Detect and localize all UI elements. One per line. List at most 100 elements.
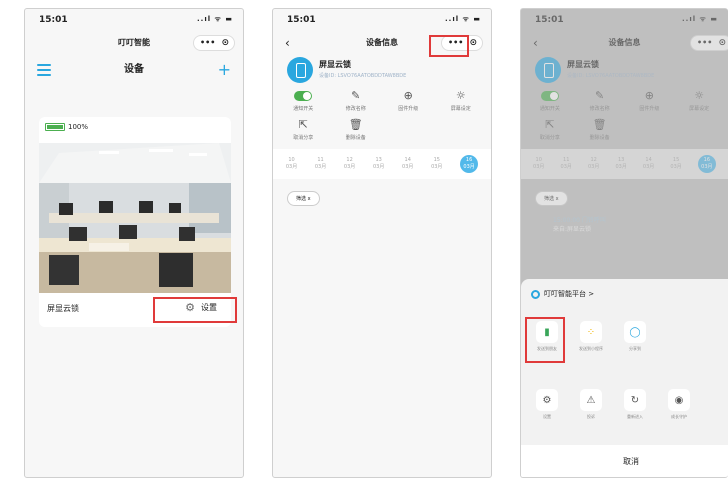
more-icon[interactable]: ••• — [200, 36, 215, 50]
action-cancel-share[interactable]: ⇱ 取消分享 — [277, 118, 330, 141]
action-firmware-upgrade: ⊕ 固件升级 — [625, 89, 675, 112]
share-action-sheet: 叮叮智能平台 > ▮ 发送到朋友 ⁘ 发送到小程序 ◯ 分享到 ⚙ 设置 ⚠ 投… — [521, 279, 728, 477]
action-label: 取消分享 — [293, 135, 314, 141]
share-highlight — [525, 317, 565, 363]
add-device-icon[interactable]: + — [218, 55, 231, 85]
share-icon: ⇱ — [545, 118, 555, 131]
date-item: 12 03月 — [587, 157, 600, 170]
close-target-icon: ⊙ — [718, 38, 726, 48]
status-icons: ..ıl ᯤ ▬ — [197, 15, 233, 23]
date-item[interactable]: 14 03月 — [402, 157, 413, 171]
share-to-mini-program[interactable]: ⁘ 发送到小程序 — [569, 321, 613, 352]
reload-icon[interactable]: ↻ — [624, 389, 646, 411]
device-name: 屏显云锁 — [567, 60, 599, 69]
battery-percentage: 100% — [68, 123, 89, 131]
action-label: 固件升级 — [398, 106, 419, 112]
gear-icon[interactable]: ⚙ — [536, 389, 558, 411]
action-grid: 通知开关 ✎ 修改名称 ⊕ 固件升级 ☼ 屏幕设定 ⇱ 取消分享 🗑 删除设备 — [521, 89, 728, 141]
phone-share-sheet: 15:01 ..ıl ᯤ ▬ ‹ 设备信息 ••• ⊙ 屏显云锁 设备ID: L… — [520, 8, 728, 478]
action-label: 通知开关 — [293, 106, 314, 112]
battery-indicator: 100% — [45, 123, 88, 131]
trash-icon: 🗑 — [592, 118, 607, 131]
nav-bar: ‹ 设备信息 ••• ⊙ — [521, 31, 728, 55]
page-title: 设备 — [124, 64, 144, 75]
date-item: 14 03月 — [642, 157, 655, 170]
menu-icon[interactable] — [37, 64, 51, 76]
share-to-chat[interactable]: ◯ 分享到 — [613, 321, 657, 352]
tools-row: ⚙ 设置 ⚠ 投诉 ↻ 重新进入 ◉ 成长守护 — [525, 389, 728, 420]
sheet-header[interactable]: 叮叮智能平台 > — [531, 289, 594, 299]
action-delete-device[interactable]: 🗑 删除设备 — [330, 118, 383, 141]
battery-icon — [45, 123, 65, 131]
upload-icon: ⊕ — [403, 89, 413, 102]
chat-bubble-icon[interactable]: ◯ — [624, 321, 646, 343]
upload-icon: ⊕ — [644, 89, 654, 102]
date-item[interactable]: 15 03月 — [431, 157, 442, 171]
edit-icon: ✎ — [351, 89, 361, 102]
back-icon[interactable]: ‹ — [285, 31, 290, 55]
lock-icon — [535, 57, 561, 83]
cancel-button[interactable]: 取消 — [521, 445, 728, 477]
mini-program-capsule[interactable]: ••• ⊙ — [193, 35, 235, 51]
camera-snapshot[interactable] — [39, 143, 231, 293]
date-item: 13 03月 — [615, 157, 627, 170]
nav-title: 设备信息 — [366, 38, 398, 47]
action-delete-device: 🗑 删除设备 — [575, 118, 625, 141]
date-item-selected: 16 03月 — [697, 155, 716, 173]
share-icon: ⇱ — [298, 118, 308, 131]
action-rename[interactable]: ✎ 修改名称 — [330, 89, 383, 112]
more-highlight — [429, 35, 469, 57]
status-time: 15:01 — [39, 15, 68, 25]
device-header: 屏显云锁 设备ID: LSVO76AATOBDDTAW8BDE — [273, 55, 491, 89]
warning-icon[interactable]: ⚠ — [580, 389, 602, 411]
status-time: 15:01 — [287, 15, 316, 25]
more-icon: ••• — [697, 38, 713, 47]
nav-title: 叮叮智能 — [118, 38, 150, 47]
device-name: 屏显云锁 — [47, 304, 79, 313]
brightness-icon: ☼ — [694, 89, 705, 102]
lock-icon — [287, 57, 313, 83]
filter-chip[interactable]: 筛选 x — [287, 191, 320, 206]
device-header: 设备 + — [25, 55, 243, 85]
action-screen-settings[interactable]: ☼ 屏幕设定 — [435, 89, 488, 112]
nav-bar: 叮叮智能 ••• ⊙ — [25, 31, 243, 55]
date-item: 15 03月 — [670, 157, 682, 170]
nav-title: 设备信息 — [608, 38, 641, 47]
toggle-switch-icon[interactable] — [294, 91, 313, 101]
tool-reload[interactable]: ↻ 重新进入 — [613, 389, 657, 420]
tool-settings[interactable]: ⚙ 设置 — [525, 389, 569, 420]
status-time: 15:01 — [535, 15, 564, 25]
action-notification-toggle: 通知开关 — [525, 89, 575, 112]
date-item[interactable]: 12 03月 — [344, 157, 355, 171]
action-grid: 通知开关 ✎ 修改名称 ⊕ 固件升级 ☼ 屏幕设定 ⇱ 取消分享 🗑 删除设备 — [273, 89, 491, 141]
toggle-switch-icon — [540, 91, 559, 101]
event-source: 来自:屏显云锁 — [553, 226, 592, 233]
status-bar: 15:01 ..ıl ᯤ ▬ — [25, 9, 243, 31]
guardian-icon[interactable]: ◉ — [668, 389, 690, 411]
action-firmware-upgrade[interactable]: ⊕ 固件升级 — [382, 89, 435, 112]
action-screen-settings: ☼ 屏幕设定 — [674, 89, 724, 112]
tool-complaint[interactable]: ⚠ 投诉 — [569, 389, 613, 420]
date-item[interactable]: 10 03月 — [286, 157, 297, 171]
close-target-icon[interactable]: ⊙ — [469, 36, 477, 50]
settings-highlight — [153, 297, 237, 323]
date-item[interactable]: 11 03月 — [315, 157, 326, 171]
device-name: 屏显云锁 — [319, 60, 351, 69]
action-notification-toggle[interactable]: 通知开关 — [277, 89, 330, 112]
close-target-icon[interactable]: ⊙ — [221, 36, 229, 50]
platform-logo-icon — [531, 289, 540, 299]
tool-guardian[interactable]: ◉ 成长守护 — [657, 389, 701, 420]
date-strip: 10 03月 11 03月 12 03月 13 03月 14 03月 15 03月 16 03… — [521, 149, 728, 179]
back-icon: ‹ — [533, 36, 538, 50]
status-bar: 15:01 ..ıl ᯤ ▬ — [273, 9, 491, 31]
dimmed-background: 15:01 ..ıl ᯤ ▬ ‹ 设备信息 ••• ⊙ 屏显云锁 设备ID: L… — [521, 9, 728, 234]
device-header: 屏显云锁 设备ID: LSVO76AATOBDDTAW8BDE — [521, 55, 728, 89]
grid-dots-icon[interactable]: ⁘ — [580, 321, 602, 343]
date-item[interactable]: 13 03月 — [373, 157, 384, 171]
event-entry: 15:00:00 门铃呼叫 来自:屏显云锁 — [553, 216, 728, 234]
date-strip: 10 03月 11 03月 12 03月 13 03月 14 03月 15 03月 16 03… — [273, 149, 491, 179]
brightness-icon: ☼ — [455, 89, 466, 102]
date-item-selected[interactable]: 16 03月 — [460, 155, 479, 173]
device-id: 设备ID: LSVO76AATOBDDTAW8BDE — [319, 73, 407, 79]
device-card[interactable]: 100% 屏显云锁 ⚙ 设置 — [39, 117, 231, 327]
